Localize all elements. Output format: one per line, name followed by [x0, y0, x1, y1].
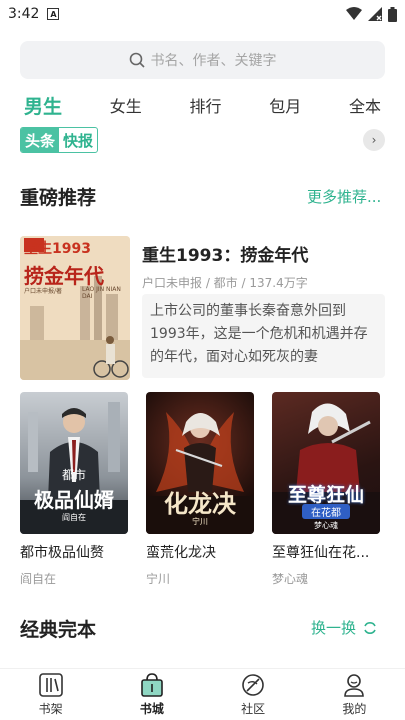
book-cover-line1: 都市	[61, 468, 86, 482]
featured-title[interactable]: 重生1993：捞金年代	[142, 241, 308, 266]
bookshelf-icon	[38, 673, 63, 697]
profile-icon	[344, 674, 365, 697]
book-cover-author: 宁川	[192, 517, 208, 526]
book-title: 至尊狂仙在花...	[272, 545, 370, 561]
book-cover-author: 阎自在	[62, 513, 86, 522]
refresh-label: 换一换	[311, 619, 357, 637]
tab-ranking[interactable]: 排行	[185, 93, 225, 117]
signal-icon	[368, 7, 382, 21]
bookstore-icon	[141, 673, 163, 697]
search-placeholder: 书名、作者、关键字	[150, 53, 277, 69]
search-bar[interactable]: 书名、作者、关键字	[20, 41, 385, 79]
bottom-nav: 书架 书城 社区 我的	[0, 668, 405, 720]
book-cover-line1: 化龙决	[164, 490, 236, 518]
battery-icon	[388, 6, 397, 22]
book-cover-line2: 在花都	[302, 504, 350, 519]
nav-bookshelf-label: 书架	[38, 702, 63, 716]
book-card[interactable]: 至尊狂仙 在花都 梦心魂 至尊狂仙在花... 梦心魂	[272, 392, 380, 587]
status-time: 3:42	[8, 6, 40, 22]
news-badge-part2: 快报	[63, 131, 94, 150]
category-tabs: 男生 女生 排行 包月 全本	[20, 90, 385, 120]
news-row[interactable]: 头条 快报 ›	[20, 126, 385, 154]
nav-bookstore[interactable]: 书城	[122, 672, 182, 717]
nav-bookshelf[interactable]: 书架	[21, 672, 81, 717]
featured-cover-title: 捞金年代	[24, 264, 104, 288]
featured-description: 上市公司的董事长秦奋意外回到1993年，这是一个危机和机遇并存的年代，面对心如死…	[142, 294, 385, 378]
book-author: 阎自在	[20, 572, 57, 586]
chevron-right-icon[interactable]: ›	[363, 129, 385, 151]
news-badge-part1: 头条	[21, 128, 60, 152]
status-bar: 3:42 A	[0, 0, 405, 28]
more-recommend-link[interactable]: 更多推荐...	[307, 186, 381, 207]
book-cover: 至尊狂仙 在花都 梦心魂	[272, 392, 380, 534]
book-cover: 都市 极品仙婿 阎自在	[20, 392, 128, 534]
nav-profile[interactable]: 我的	[324, 672, 384, 717]
book-title: 都市极品仙赘	[20, 545, 104, 561]
book-author: 宁川	[146, 572, 171, 586]
book-cover-line2: 极品仙婿	[34, 488, 114, 512]
nav-profile-label: 我的	[342, 702, 367, 716]
book-cover-author: 梦心魂	[314, 521, 338, 530]
nav-community-label: 社区	[241, 702, 266, 716]
book-card[interactable]: 都市 极品仙婿 阎自在 都市极品仙赘 阎自在	[20, 392, 128, 587]
wifi-icon	[346, 7, 362, 20]
search-icon	[129, 52, 145, 68]
featured-meta: 户口未申报 / 都市 / 137.4万字	[142, 276, 308, 290]
tab-female[interactable]: 女生	[106, 93, 146, 117]
notification-icon: A	[47, 8, 60, 20]
news-badge: 头条 快报	[20, 127, 99, 153]
book-cover-line1: 至尊狂仙	[287, 484, 364, 506]
tab-completed[interactable]: 全本	[345, 93, 385, 117]
book-card[interactable]: 化龙决 宁川 蛮荒化龙决 宁川	[146, 392, 254, 587]
featured-cover[interactable]: 重生1993 捞金年代 户口未申报/著 LAO JIN NIAN DAI	[20, 236, 130, 380]
nav-bookstore-label: 书城	[139, 702, 164, 716]
book-cover: 化龙决 宁川	[146, 392, 254, 534]
featured-cover-author: 户口未申报/著	[24, 288, 63, 295]
tab-monthly[interactable]: 包月	[265, 93, 305, 117]
featured-cover-subtitle: 重生1993	[24, 241, 91, 257]
recommend-title: 重磅推荐	[20, 187, 97, 209]
community-icon	[242, 674, 264, 696]
refresh-icon	[364, 621, 376, 634]
tab-male[interactable]: 男生	[20, 92, 66, 119]
book-title: 蛮荒化龙决	[146, 545, 216, 561]
featured-cover-pinyin: LAO JIN NIAN DAI	[82, 286, 121, 300]
book-author: 梦心魂	[272, 572, 309, 586]
refresh-button[interactable]: 换一换	[311, 617, 378, 638]
nav-community[interactable]: 社区	[223, 672, 283, 717]
classic-title: 经典完本	[20, 619, 97, 641]
